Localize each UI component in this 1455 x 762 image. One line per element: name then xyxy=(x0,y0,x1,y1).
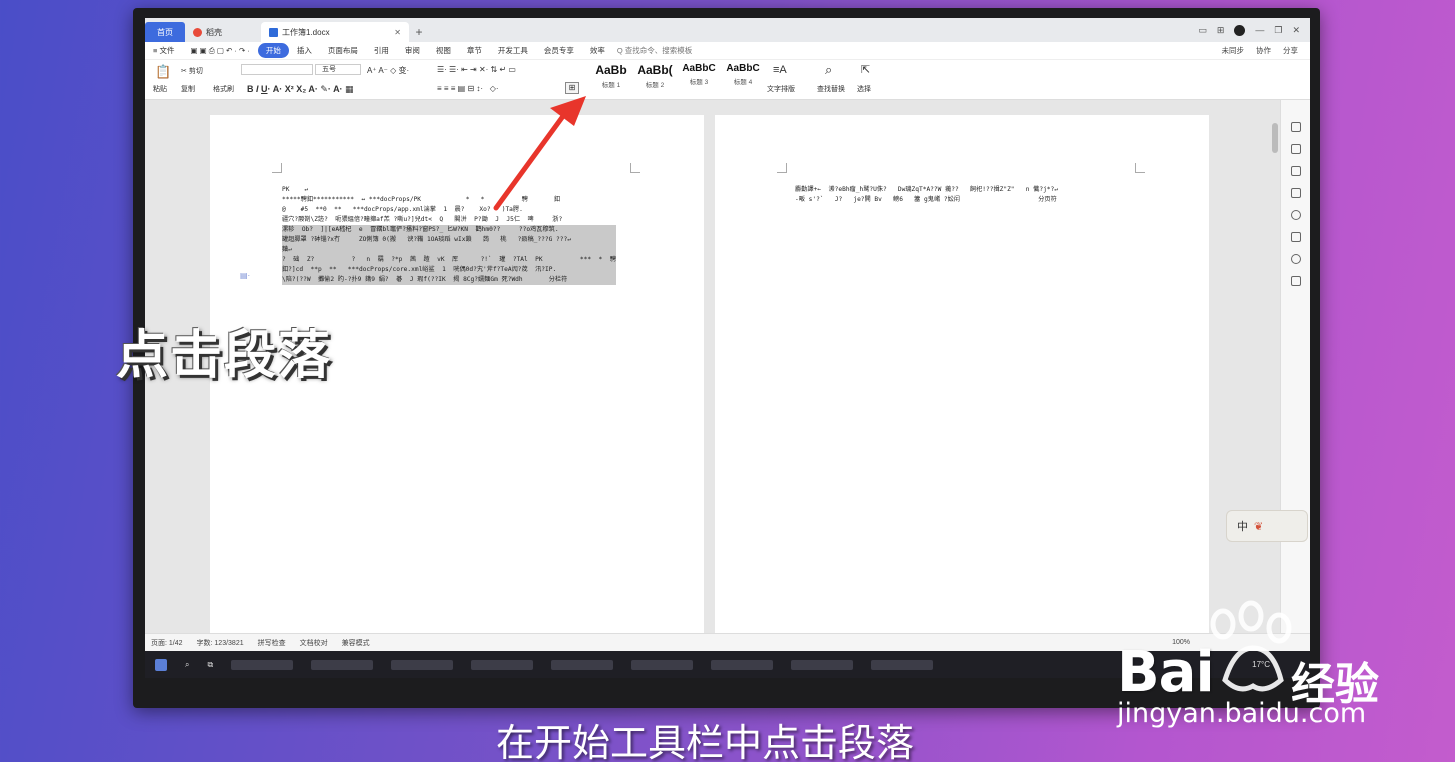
ime-decoration-icon: ❦ xyxy=(1254,520,1264,533)
arrow-head xyxy=(550,96,586,126)
video-subtitle: 在开始工具栏中点击段落 xyxy=(496,721,915,762)
baidu-url: jingyan.baidu.com xyxy=(1117,698,1367,729)
arrow-shaft xyxy=(493,109,569,211)
baidu-watermark: Bai 经验 jingyan.baidu.com xyxy=(1117,640,1379,729)
ime-mode-label: 中 xyxy=(1237,521,1248,533)
baidu-logo-text: Bai xyxy=(1117,640,1215,705)
ime-widget[interactable]: 中 ❦ xyxy=(1226,510,1308,542)
overlay-step-title: 点击段落 xyxy=(116,326,333,386)
